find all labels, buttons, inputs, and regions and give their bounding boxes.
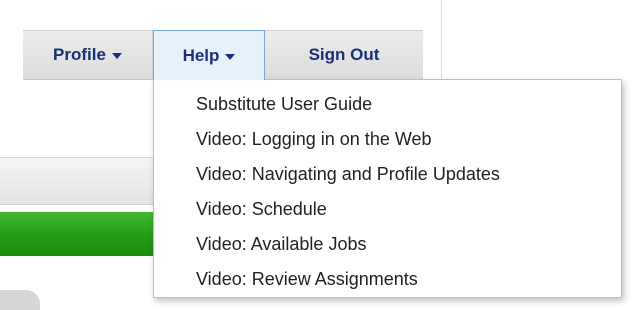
grey-panel-corner	[0, 290, 40, 310]
sign-out-label: Sign Out	[308, 45, 380, 64]
menu-item-video-available-jobs[interactable]: Video: Available Jobs	[154, 227, 621, 262]
help-menu-button[interactable]: Help	[153, 30, 265, 80]
profile-menu-label: Profile	[53, 45, 106, 64]
grey-header-bar	[0, 157, 160, 205]
sign-out-button[interactable]: Sign Out	[265, 31, 423, 79]
top-nav-bar: Profile Help Sign Out	[23, 30, 423, 80]
menu-item-video-review-assignments[interactable]: Video: Review Assignments	[154, 262, 621, 297]
menu-item-video-schedule[interactable]: Video: Schedule	[154, 192, 621, 227]
green-progress-bar	[0, 212, 160, 256]
menu-item-video-logging-in[interactable]: Video: Logging in on the Web	[154, 122, 621, 157]
caret-down-icon	[111, 53, 122, 59]
caret-down-icon	[225, 53, 236, 60]
profile-menu-button[interactable]: Profile	[23, 31, 153, 79]
help-menu-label: Help	[182, 45, 220, 65]
page: Profile Help Sign Out Substitute User Gu…	[0, 0, 643, 310]
menu-item-substitute-user-guide[interactable]: Substitute User Guide	[154, 87, 621, 122]
help-dropdown-menu: Substitute User Guide Video: Logging in …	[153, 79, 622, 298]
vertical-divider	[441, 0, 442, 88]
menu-item-video-navigating-profile[interactable]: Video: Navigating and Profile Updates	[154, 157, 621, 192]
